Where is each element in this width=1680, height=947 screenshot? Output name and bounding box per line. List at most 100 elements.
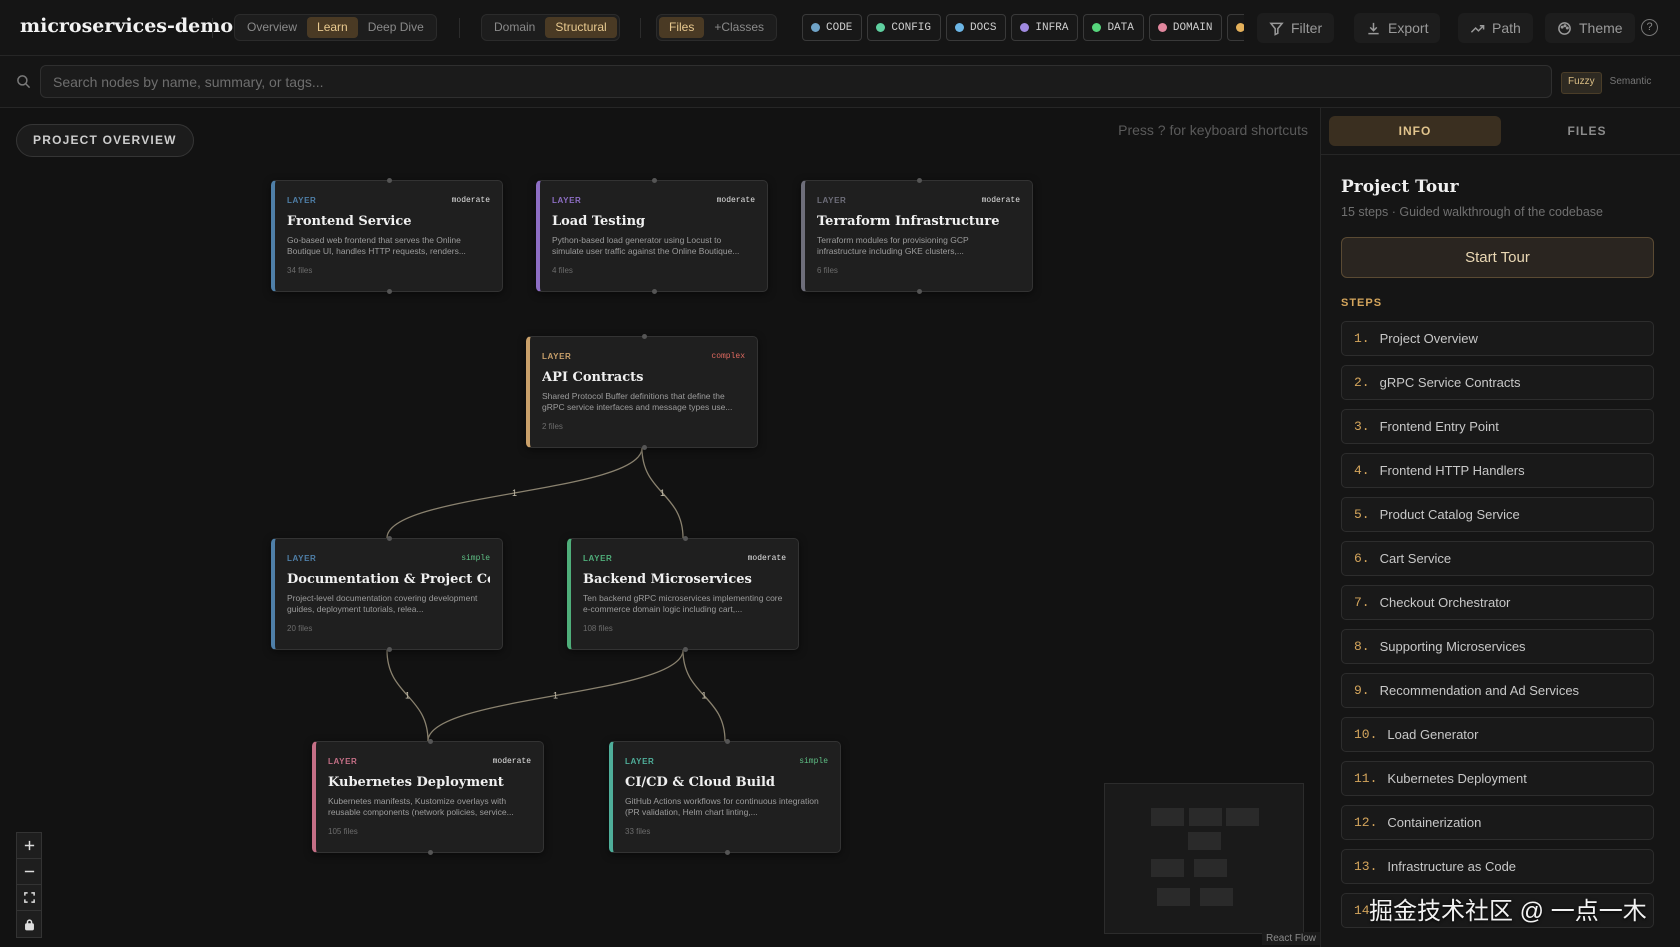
path-button[interactable]: Path [1458, 13, 1533, 43]
node-handle[interactable] [386, 647, 392, 652]
node-handle[interactable] [682, 536, 688, 541]
view-mode-overview[interactable]: Overview [237, 17, 307, 38]
edge-label: 1 [512, 488, 517, 498]
node-handle[interactable] [641, 334, 647, 339]
node-handle[interactable] [386, 536, 392, 541]
granularity-files[interactable]: Files [659, 17, 705, 38]
granularity-classes[interactable]: +Classes [704, 17, 774, 38]
tour-step-item[interactable]: 4. Frontend HTTP Handlers [1341, 453, 1654, 488]
tour-step-item[interactable]: 2. gRPC Service Contracts [1341, 365, 1654, 400]
filter-button[interactable]: Filter [1257, 13, 1335, 43]
node-handle[interactable] [916, 178, 922, 183]
tab-info[interactable]: INFO [1329, 116, 1501, 146]
node-handle[interactable] [682, 647, 688, 652]
tour-step-item[interactable]: 3. Frontend Entry Point [1341, 409, 1654, 444]
graph-node-k8s[interactable]: LAYER moderate Kubernetes Deployment Kubern… [312, 739, 544, 855]
minimap-node [1151, 808, 1184, 826]
graph-canvas[interactable]: PROJECT OVERVIEW Press ? for keyboard sh… [0, 108, 1320, 947]
node-title: Kubernetes Deployment [328, 775, 504, 790]
node-header: LAYER moderate [817, 194, 1020, 206]
react-flow-attribution[interactable]: React Flow [1262, 932, 1320, 945]
graph-node-api[interactable]: LAYER complex API Contracts Shared Protocol… [526, 334, 758, 450]
tour-step-item[interactable]: 9. Recommendation and Ad Services [1341, 673, 1654, 708]
tour-step-item[interactable]: 1. Project Overview [1341, 321, 1654, 356]
lens-structural[interactable]: Structural [545, 17, 617, 38]
zoom-out-button[interactable] [17, 859, 41, 885]
graph-node-backend[interactable]: LAYER moderate Backend Microservices Ten ba… [567, 536, 799, 652]
minimap[interactable] [1104, 783, 1304, 934]
chip-code[interactable]: CODE [802, 14, 863, 41]
export-button[interactable]: Export [1354, 13, 1441, 43]
filter-icon [1269, 22, 1284, 36]
chip-label: CODE [826, 21, 853, 34]
complexity-badge: simple [799, 756, 828, 766]
zoom-controls [16, 832, 42, 938]
chip-infra[interactable]: INFRA [1011, 14, 1079, 41]
node-file-count: 4 files [552, 266, 573, 275]
graph-node-docs[interactable]: LAYER simple Documentation & Project Confi… [271, 536, 503, 652]
graph-node-loadtest[interactable]: LAYER moderate Load Testing Python-based lo… [536, 178, 768, 294]
edge-label: 1 [405, 691, 410, 701]
graph-node-frontend[interactable]: LAYER moderate Frontend Service Go-based we… [271, 178, 503, 294]
step-label: Frontend HTTP Handlers [1379, 463, 1525, 478]
node-type-label: LAYER [625, 756, 655, 766]
node-handle[interactable] [651, 289, 657, 294]
tour-step-item[interactable]: 11. Kubernetes Deployment [1341, 761, 1654, 796]
domain-dot-icon [1157, 23, 1167, 32]
node-handle[interactable] [427, 739, 433, 744]
node-file-count: 20 files [287, 624, 313, 633]
node-summary: Ten backend gRPC microservices implement… [583, 593, 783, 614]
view-mode-deep-dive[interactable]: Deep Dive [358, 17, 434, 38]
search-input[interactable] [40, 65, 1552, 98]
node-type-label: LAYER [287, 195, 317, 205]
view-mode-learn[interactable]: Learn [307, 17, 358, 38]
zoom-in-button[interactable] [17, 833, 41, 859]
tour-step-item[interactable]: 13. Infrastructure as Code [1341, 849, 1654, 884]
complexity-badge: simple [461, 553, 490, 563]
node-handle[interactable] [427, 850, 433, 855]
info-panel: INFO FILES Project Tour 15 steps · Guide… [1320, 108, 1680, 947]
step-number: 10. [1354, 727, 1378, 742]
tour-step-item[interactable]: 10. Load Generator [1341, 717, 1654, 752]
tour-step-item[interactable]: 5. Product Catalog Service [1341, 497, 1654, 532]
tab-files[interactable]: FILES [1501, 116, 1673, 146]
fit-view-button[interactable] [17, 885, 41, 911]
chip-data[interactable]: DATA [1083, 14, 1144, 41]
search-mode-fuzzy[interactable]: Fuzzy [1561, 72, 1602, 94]
tour-step-item[interactable]: 12. Containerization [1341, 805, 1654, 840]
node-title: CI/CD & Cloud Build [625, 775, 776, 790]
edge-label: 1 [660, 488, 665, 498]
step-number: 14 [1354, 903, 1370, 918]
graph-node-terraform[interactable]: LAYER moderate Terraform Infrastructure Ter… [801, 178, 1033, 294]
search-mode-semantic[interactable]: Semantic [1604, 72, 1658, 94]
fit-view-icon [23, 892, 35, 903]
node-handle[interactable] [724, 739, 730, 744]
lens-domain[interactable]: Domain [484, 17, 545, 38]
chip-docs[interactable]: DOCS [946, 14, 1007, 41]
chip-domain[interactable]: DOMAIN [1148, 14, 1223, 41]
lock-button[interactable] [17, 911, 41, 937]
node-handle[interactable] [724, 850, 730, 855]
divider [212, 18, 213, 38]
node-handle[interactable] [651, 178, 657, 183]
tour-step-item[interactable]: 7. Checkout Orchestrator [1341, 585, 1654, 620]
node-handle[interactable] [386, 178, 392, 183]
node-handle[interactable] [641, 445, 647, 450]
minimap-node [1226, 808, 1259, 826]
node-summary: Kubernetes manifests, Kustomize overlays… [328, 796, 514, 817]
chip-config[interactable]: CONFIG [867, 14, 942, 41]
theme-button[interactable]: Theme [1545, 13, 1635, 43]
tour-step-item[interactable]: 8. Supporting Microservices [1341, 629, 1654, 664]
step-label: gRPC Service Contracts [1379, 375, 1521, 390]
infra-dot-icon [1020, 23, 1030, 32]
graph-node-cicd[interactable]: LAYER simple CI/CD & Cloud Build GitHub Act… [609, 739, 841, 855]
node-handle[interactable] [916, 289, 922, 294]
start-tour-button[interactable]: Start Tour [1341, 237, 1654, 278]
node-header: LAYER simple [625, 755, 828, 767]
help-icon[interactable]: ? [1641, 19, 1658, 36]
chip-more[interactable] [1227, 14, 1244, 41]
tour-step-item[interactable]: 6. Cart Service [1341, 541, 1654, 576]
node-title: Documentation & Project Config [287, 572, 490, 587]
node-handle[interactable] [386, 289, 392, 294]
minimap-node [1194, 859, 1227, 877]
